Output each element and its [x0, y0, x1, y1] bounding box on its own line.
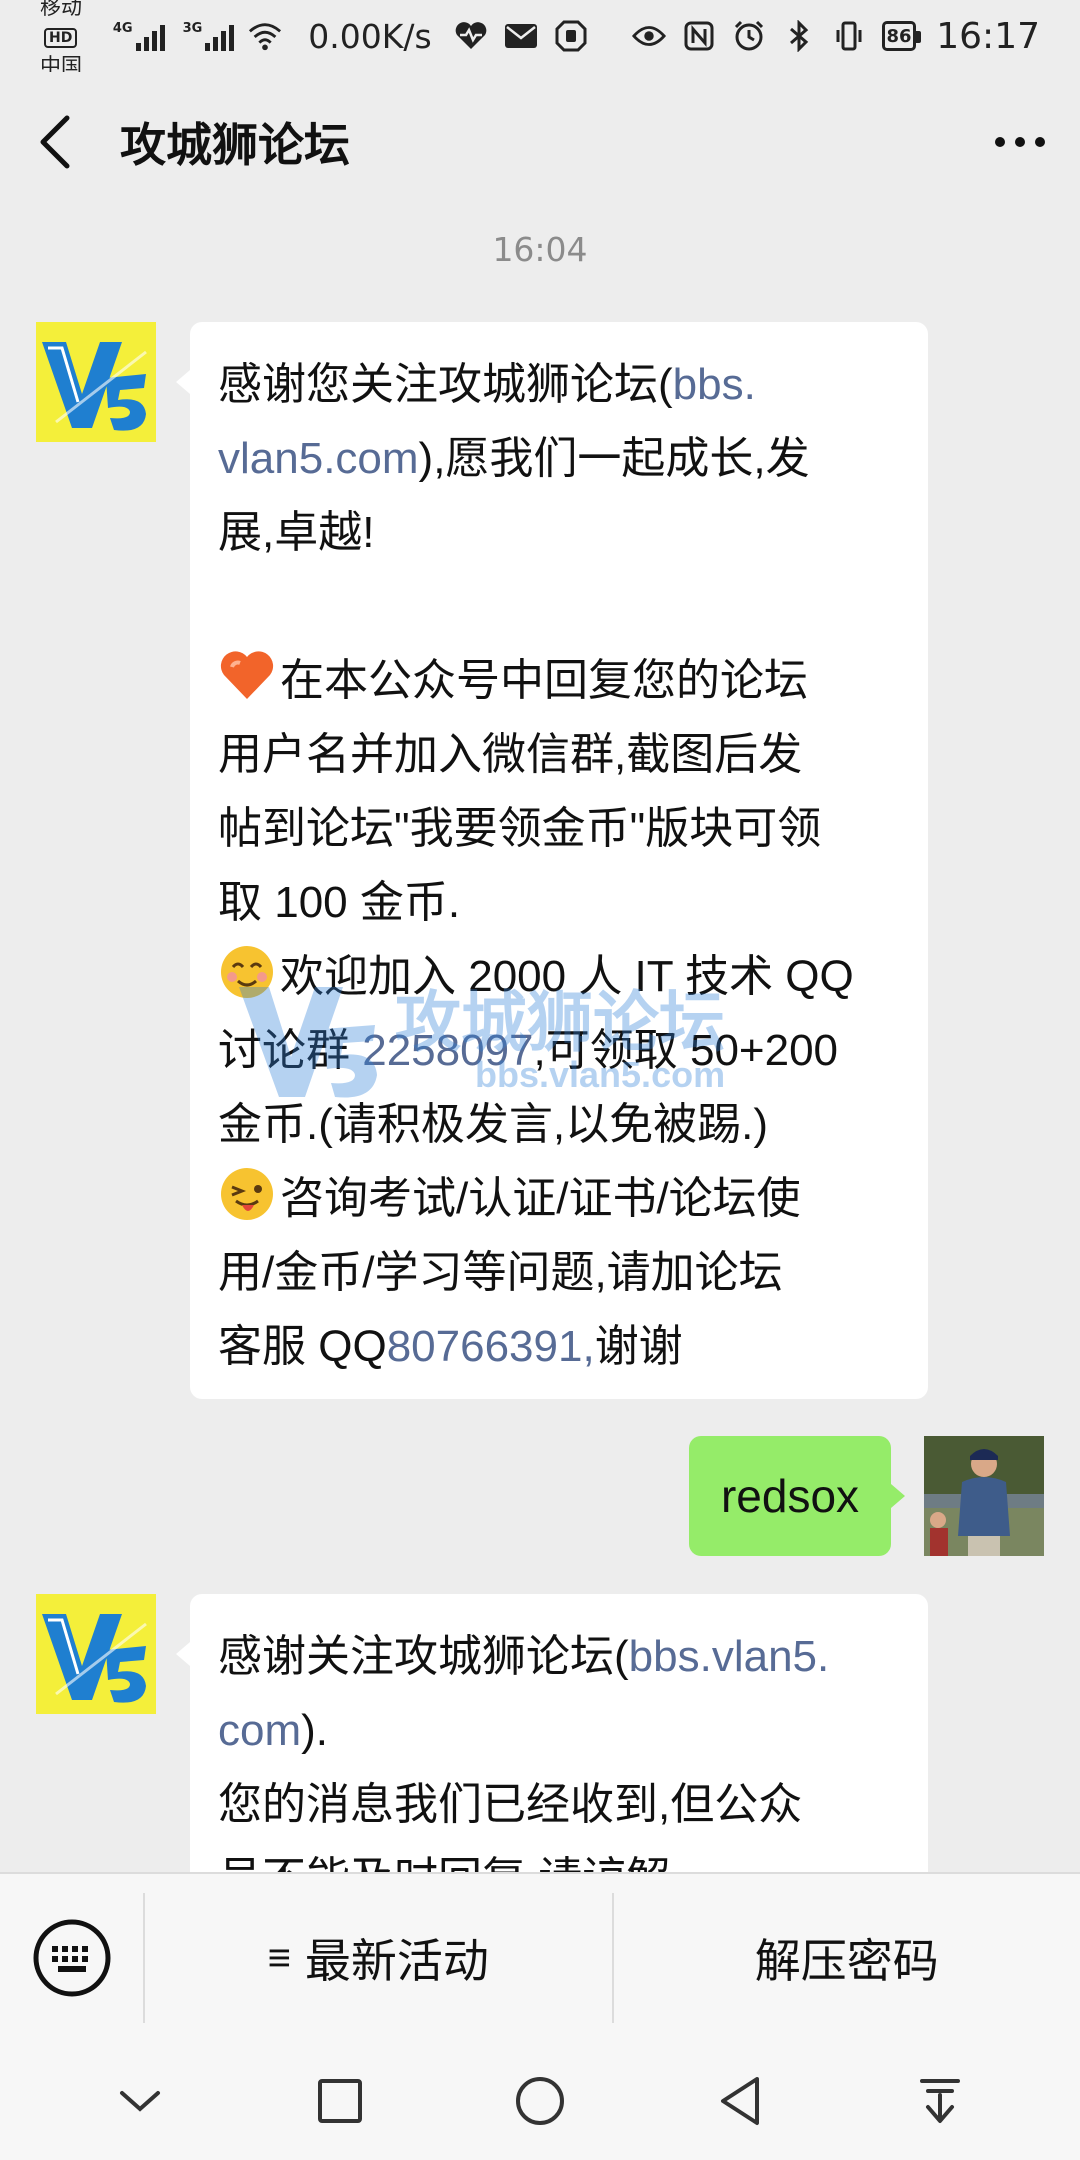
v5-logo-icon: [36, 1594, 156, 1714]
message-text: 讨论群: [218, 1026, 363, 1075]
status-bar: 中国移动HD 中国联通 4G 3G 0.00K/s: [0, 0, 1080, 106]
message-text: 感谢关注攻城狮论坛(: [218, 1632, 629, 1681]
signal-1-icon: 4G: [113, 21, 165, 51]
clock: 16:17: [936, 15, 1040, 57]
hide-icon: [120, 2091, 160, 2112]
message-text: 用户名并加入微信群,截图后发: [218, 730, 803, 779]
page-title: 攻城狮论坛: [120, 118, 350, 172]
signal-2-icon: 3G: [183, 21, 235, 51]
more-button[interactable]: [960, 72, 1080, 212]
message-text: redsox: [720, 1470, 860, 1522]
forum-link[interactable]: com: [218, 1706, 301, 1755]
triangle-back-icon: [721, 2077, 759, 2125]
keyboard-toggle-button[interactable]: [0, 1893, 145, 2023]
smile-emoji-icon: [221, 946, 273, 998]
mail-icon: [504, 21, 538, 51]
battery-icon: 86: [881, 21, 921, 51]
forum-link[interactable]: vlan5.com: [218, 434, 419, 483]
message-text: 您的消息我们已经收到,但公众: [218, 1780, 803, 1829]
official-account-avatar[interactable]: [36, 322, 156, 442]
message-text: 欢迎加入 2000 人 IT 技术 QQ: [280, 952, 854, 1001]
notification-pull-icon: [920, 2079, 960, 2123]
message-text: 金币.(请积极发言,以免被踢.): [218, 1100, 768, 1149]
wifi-icon: [248, 21, 282, 51]
menu-item-label: 解压密码: [754, 1935, 939, 1987]
hide-nav-button[interactable]: [95, 2056, 185, 2146]
forum-link[interactable]: bbs.: [673, 360, 756, 409]
nfc-icon: [682, 21, 716, 51]
home-button[interactable]: [495, 2056, 585, 2146]
menu-unzip-password[interactable]: 解压密码: [611, 1893, 1080, 2023]
official-account-avatar[interactable]: [36, 1594, 156, 1714]
message-text: 展,卓越!: [218, 508, 375, 557]
back-nav-button[interactable]: [695, 2056, 785, 2146]
message-text: 取 100 金币.: [218, 878, 461, 927]
message-text: 咨询考试/认证/证书/论坛使: [280, 1174, 801, 1223]
message-timestamp: 16:04: [492, 230, 588, 269]
menu-bar: ≡ 最新活动 解压密码: [0, 1872, 1080, 2042]
vibrate-icon: [832, 21, 866, 51]
outgoing-message-bubble[interactable]: redsox: [689, 1436, 905, 1556]
user-avatar[interactable]: [924, 1436, 1044, 1556]
message-bubble[interactable]: 感谢关注攻城狮论坛(bbs.vlan5. com). 您的消息我们已经收到,但公…: [176, 1594, 928, 1872]
chat-area[interactable]: 16:04 感谢您关注攻城狮论坛(bbs. vlan5.com),愿我们一起成长…: [0, 212, 1080, 1872]
forum-link[interactable]: bbs.vlan5.: [629, 1632, 830, 1681]
qq-service-link[interactable]: 80766391,: [387, 1322, 595, 1371]
message-text: 感谢您关注攻城狮论坛(: [218, 360, 673, 409]
hand-icon: [554, 20, 588, 52]
eye-icon: [631, 21, 666, 51]
qq-group-link[interactable]: 2258097: [362, 1026, 533, 1075]
wink-emoji-icon: [221, 1168, 273, 1220]
carrier-1: 中国移动: [40, 0, 82, 19]
message-text: 帖到论坛"我要领金币"版块可领: [218, 804, 822, 853]
menu-list-icon: ≡: [267, 1935, 291, 1980]
circle-icon: [516, 2077, 564, 2125]
message-text: 用/金币/学习等问题,请加论坛: [218, 1248, 783, 1297]
net-speed: 0.00K/s: [308, 16, 432, 56]
square-icon: [318, 2079, 362, 2123]
health-icon: [454, 21, 488, 51]
user-photo: [924, 1436, 1044, 1556]
message-bubble[interactable]: 感谢您关注攻城狮论坛(bbs. vlan5.com),愿我们一起成长,发 展,卓…: [176, 322, 928, 1399]
message-text: ).: [301, 1706, 329, 1755]
message-text: 谢谢: [594, 1322, 683, 1371]
message-text: 客服 QQ: [218, 1322, 387, 1371]
alarm-icon: [732, 20, 766, 51]
v5-logo-icon: [36, 322, 156, 442]
recents-button[interactable]: [295, 2056, 385, 2146]
back-arrow-icon: [40, 115, 70, 169]
hd-badge: HD: [44, 27, 78, 48]
nav-bar: 攻城狮论坛: [0, 72, 1080, 212]
more-icon: [995, 137, 1005, 147]
message-text: 在本公众号中回复您的论坛: [280, 656, 808, 705]
back-button[interactable]: [0, 72, 110, 212]
message-text: ),愿我们一起成长,发: [418, 434, 810, 483]
menu-item-label: 最新活动: [304, 1935, 489, 1987]
message-text: ,可领取 50+200: [533, 1026, 839, 1075]
notification-button[interactable]: [895, 2056, 985, 2146]
system-nav-bar: [0, 2042, 1080, 2160]
message-text: 号不能及时回复,请谅解.: [218, 1842, 902, 1872]
bluetooth-icon: [782, 20, 816, 52]
heart-emoji-icon: [220, 651, 274, 699]
keyboard-icon: [33, 1919, 110, 1997]
menu-latest-activity[interactable]: ≡ 最新活动: [145, 1893, 612, 2023]
